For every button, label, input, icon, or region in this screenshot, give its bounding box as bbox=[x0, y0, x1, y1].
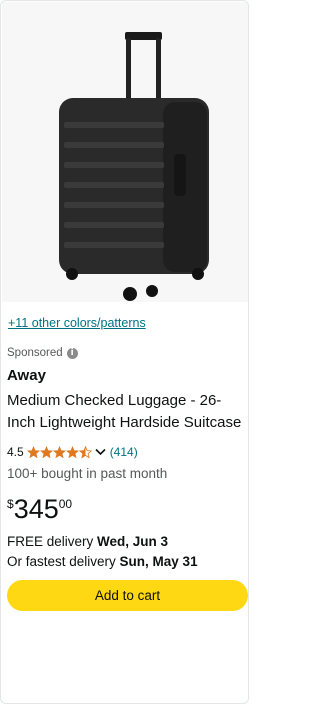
star-icon bbox=[26, 446, 40, 459]
fastest-delivery-date: Sun, May 31 bbox=[119, 554, 198, 569]
brand-name: Away bbox=[7, 367, 46, 384]
star-icon bbox=[52, 446, 66, 459]
free-delivery-date: Wed, Jun 3 bbox=[97, 534, 169, 549]
price: $ 345 00 bbox=[7, 493, 72, 527]
price-symbol: $ bbox=[7, 497, 14, 511]
rating-value: 4.5 bbox=[7, 445, 24, 459]
half-star-icon bbox=[78, 446, 92, 459]
product-card: +11 other colors/patterns Sponsored i Aw… bbox=[0, 0, 249, 704]
stars-svg bbox=[26, 446, 92, 459]
fastest-delivery-prefix: Or fastest delivery bbox=[7, 554, 120, 569]
star-rating[interactable] bbox=[26, 445, 93, 459]
sponsored-label: Sponsored bbox=[7, 347, 63, 359]
suitcase-image bbox=[59, 32, 209, 301]
product-title[interactable]: Medium Checked Luggage - 26-Inch Lightwe… bbox=[7, 390, 245, 434]
add-to-cart-button[interactable]: Add to cart bbox=[7, 580, 248, 611]
bought-in-past-month: 100+ bought in past month bbox=[7, 466, 168, 481]
review-count-link[interactable]: (414) bbox=[110, 445, 138, 459]
price-whole: 345 bbox=[13, 494, 59, 524]
rating-row: 4.5 (414) bbox=[7, 444, 138, 460]
star-icon bbox=[65, 446, 79, 459]
info-icon[interactable]: i bbox=[66, 347, 78, 359]
free-delivery-prefix: FREE delivery bbox=[7, 534, 98, 549]
fastest-delivery-line: Or fastest delivery Sun, May 31 bbox=[7, 554, 198, 569]
sponsored-label-row: Sponsored i bbox=[7, 347, 78, 359]
other-colors-link[interactable]: +11 other colors/patterns bbox=[8, 316, 146, 330]
star-icon bbox=[39, 446, 53, 459]
product-image[interactable] bbox=[2, 2, 248, 302]
price-fraction: 00 bbox=[58, 497, 73, 511]
chevron-down-icon[interactable] bbox=[95, 448, 106, 456]
free-delivery-line: FREE delivery Wed, Jun 3 bbox=[7, 534, 168, 549]
